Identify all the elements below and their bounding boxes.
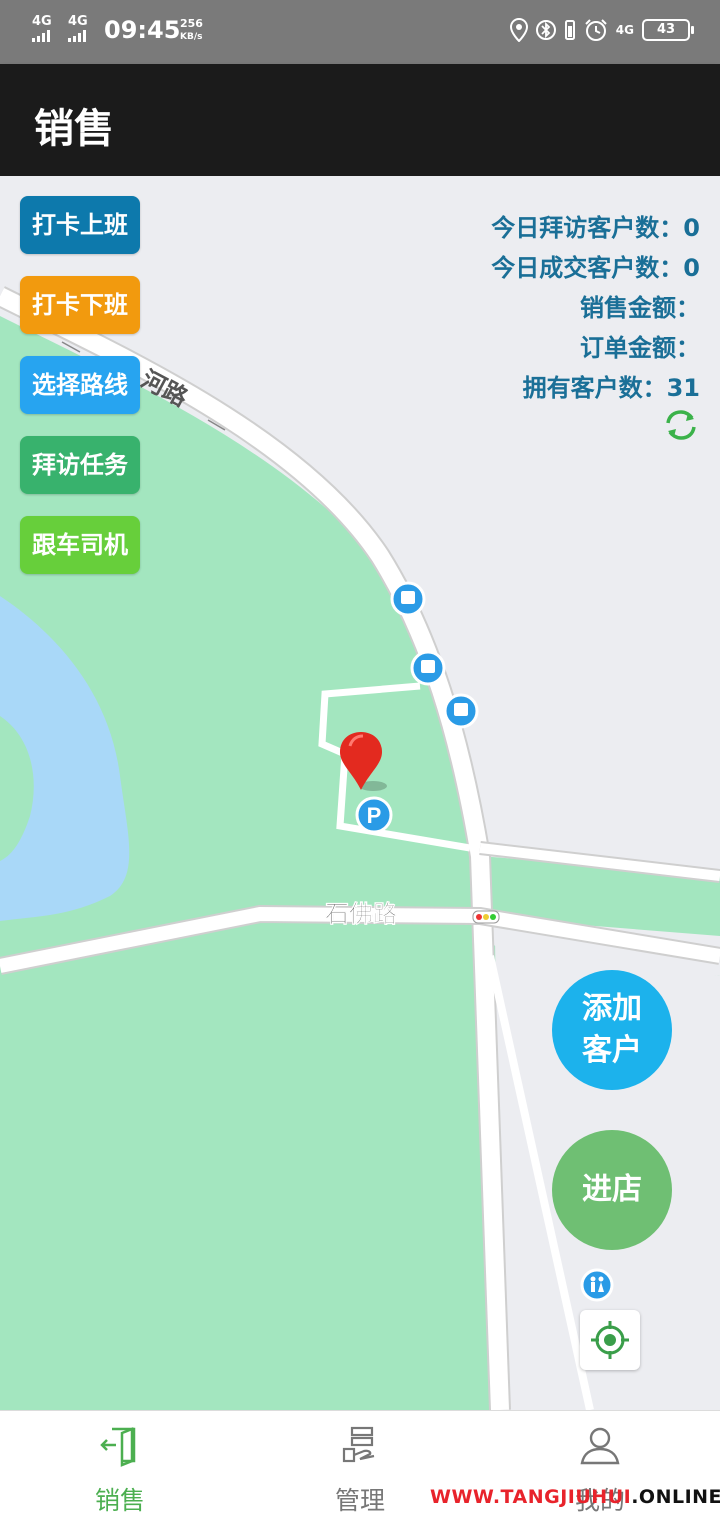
traffic-light-icon — [472, 910, 500, 924]
crosshair-icon — [591, 1321, 629, 1359]
signal-bars-2-icon — [68, 30, 86, 42]
watermark-black: .ONLINE — [631, 1486, 720, 1508]
page-title: 销售 — [34, 106, 114, 152]
deal-count-label: 今日成交客户数： — [491, 254, 684, 282]
deal-count-row: 今日成交客户数：0 — [491, 248, 700, 288]
toilet-poi-icon[interactable] — [580, 1268, 614, 1302]
visit-task-button[interactable]: 拜访任务 — [20, 436, 140, 494]
road-label-shifo: 石佛路 — [324, 900, 398, 928]
exit-door-icon — [100, 1427, 136, 1467]
vibrate-icon — [564, 20, 575, 40]
parking-icon[interactable]: P — [355, 796, 393, 834]
speed-unit: KB/s — [180, 32, 203, 42]
enter-store-label: 进店 — [582, 1172, 642, 1207]
visit-count-row: 今日拜访客户数：0 — [491, 208, 700, 248]
location-icon — [509, 18, 528, 42]
add-customer-label: 添加 客户 — [582, 991, 642, 1068]
signal-bars-1-icon — [32, 30, 50, 42]
visit-count-label: 今日拜访客户数： — [491, 214, 684, 242]
add-customer-button[interactable]: 添加 客户 — [552, 970, 672, 1090]
bus-stop-icon[interactable] — [410, 650, 446, 686]
order-amount-row: 订单金额： — [491, 328, 700, 368]
app-bar: 销售 — [0, 64, 720, 176]
watermark-red: WWW.TANGJIUHUI — [430, 1486, 632, 1508]
customer-count-label: 拥有客户数： — [522, 374, 667, 402]
network-speed: 256 KB/s — [180, 18, 203, 43]
signal-label-1: 4G — [32, 14, 52, 29]
stats-panel: 今日拜访客户数：0 今日成交客户数：0 销售金额： 订单金额： 拥有客户数：31 — [491, 208, 700, 408]
refresh-icon[interactable] — [662, 406, 700, 444]
alarm-icon — [585, 19, 607, 41]
sales-amount-row: 销售金额： — [491, 288, 700, 328]
order-amount-label: 订单金额： — [580, 334, 700, 362]
network-type: 4G — [615, 23, 634, 37]
person-icon — [580, 1427, 620, 1465]
follow-driver-button[interactable]: 跟车司机 — [20, 516, 140, 574]
battery-level: 43 — [656, 22, 676, 37]
status-bar: 4G 4G 09:45 256 KB/s 4G 43 — [0, 0, 720, 64]
my-location-button[interactable] — [580, 1310, 640, 1370]
status-icons: 4G 43 — [509, 18, 694, 42]
watermark: WWW.TANGJIUHUI.ONLINE — [430, 1486, 720, 1508]
parking-label: P — [367, 803, 382, 828]
tab-sales-label: 销售 — [94, 1486, 145, 1515]
bluetooth-icon — [535, 20, 556, 40]
status-time: 09:45 — [104, 16, 181, 44]
clock-out-button[interactable]: 打卡下班 — [20, 276, 140, 334]
select-route-button[interactable]: 选择路线 — [20, 356, 140, 414]
clock-in-button[interactable]: 打卡上班 — [20, 196, 140, 254]
enter-store-button[interactable]: 进店 — [552, 1130, 672, 1250]
deal-count-value: 0 — [683, 254, 700, 282]
bus-stop-icon[interactable] — [443, 693, 479, 729]
speed-value: 256 — [180, 17, 203, 30]
signal-label-2: 4G — [68, 14, 88, 29]
customer-count-row: 拥有客户数：31 — [491, 368, 700, 408]
tab-sales[interactable]: 销售 — [0, 1411, 240, 1521]
bus-stop-icon[interactable] — [390, 581, 426, 617]
customer-count-value: 31 — [666, 374, 700, 402]
manage-stack-icon — [342, 1426, 375, 1463]
battery-icon: 43 — [642, 19, 694, 41]
visit-count-value: 0 — [683, 214, 700, 242]
sales-amount-label: 销售金额： — [580, 294, 700, 322]
